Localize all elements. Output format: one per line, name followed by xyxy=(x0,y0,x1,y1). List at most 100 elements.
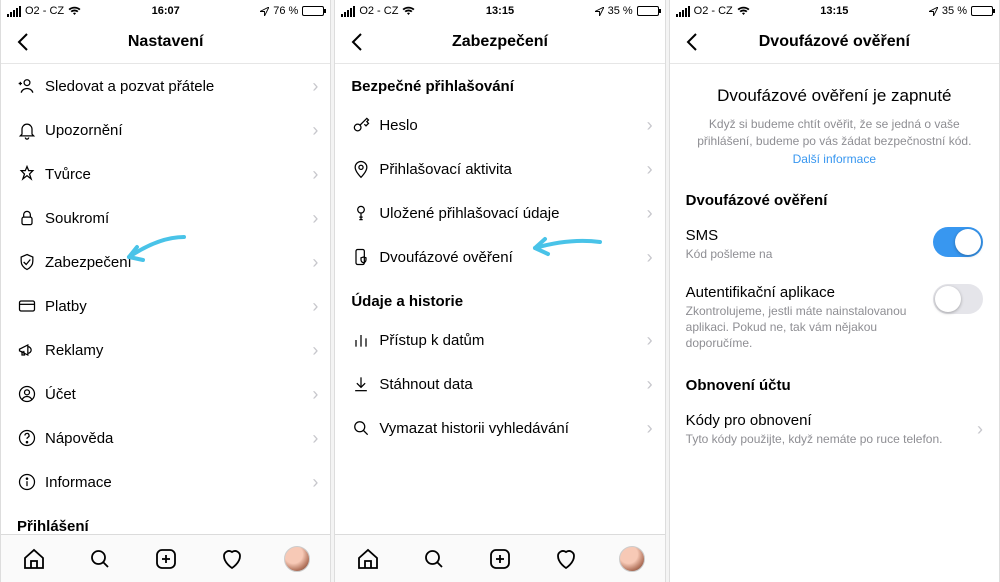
key-icon xyxy=(351,115,379,135)
chevron-right-icon: › xyxy=(312,384,318,405)
star-badge-icon xyxy=(17,164,45,184)
item-label: Platby xyxy=(45,298,312,315)
bars-icon xyxy=(351,330,379,350)
chevron-right-icon: › xyxy=(312,340,318,361)
user-circle-icon xyxy=(17,384,45,404)
item-label: Účet xyxy=(45,386,312,403)
item-label: Tvůrce xyxy=(45,166,312,183)
tab-search[interactable] xyxy=(418,543,450,575)
status-bar: O2 - CZ 13:15 35 % xyxy=(670,0,999,20)
tab-new-post[interactable] xyxy=(150,543,182,575)
chevron-right-icon: › xyxy=(312,120,318,141)
settings-item-about[interactable]: Informace › xyxy=(1,460,330,504)
tab-activity[interactable] xyxy=(216,543,248,575)
item-label: Vymazat historii vyhledávání xyxy=(379,420,646,437)
tab-activity[interactable] xyxy=(550,543,582,575)
security-item-login-activity[interactable]: Přihlašovací aktivita › xyxy=(335,147,664,191)
megaphone-icon xyxy=(17,340,45,360)
recovery-codes-row[interactable]: Kódy pro obnovení Tyto kódy použijte, kd… xyxy=(670,402,999,459)
help-icon xyxy=(17,428,45,448)
security-item-two-factor[interactable]: Dvoufázové ověření › xyxy=(335,235,664,279)
clock: 13:15 xyxy=(335,5,664,17)
app-toggle[interactable] xyxy=(933,284,983,314)
section-secure-login-header: Bezpečné přihlašování xyxy=(335,64,664,103)
settings-item-notifications[interactable]: Upozornění › xyxy=(1,108,330,152)
settings-item-privacy[interactable]: Soukromí › xyxy=(1,196,330,240)
search-icon xyxy=(351,418,379,438)
settings-item-account[interactable]: Účet › xyxy=(1,372,330,416)
settings-item-security[interactable]: Zabezpečení › xyxy=(1,240,330,284)
recovery-subtitle: Tyto kódy použijte, když nemáte po ruce … xyxy=(686,431,965,447)
tab-bar xyxy=(1,534,330,582)
security-item-download-data[interactable]: Stáhnout data › xyxy=(335,362,664,406)
key-lock-icon xyxy=(351,203,379,223)
settings-item-creator[interactable]: Tvůrce › xyxy=(1,152,330,196)
section-recovery-header: Obnovení účtu xyxy=(670,363,999,402)
chevron-right-icon: › xyxy=(647,418,653,439)
page-title: Nastavení xyxy=(1,33,330,51)
chevron-right-icon: › xyxy=(312,252,318,273)
two-factor-content[interactable]: Dvoufázové ověření je zapnuté Když si bu… xyxy=(670,64,999,582)
section-two-factor-header: Dvoufázové ověření xyxy=(670,178,999,217)
screen-security: O2 - CZ 13:15 35 % Zabezpečení Bezpečné … xyxy=(334,0,665,582)
item-label: Heslo xyxy=(379,117,646,134)
more-info-link[interactable]: Další informace xyxy=(793,152,876,166)
tab-search[interactable] xyxy=(84,543,116,575)
battery-icon xyxy=(302,6,324,16)
item-label: Upozornění xyxy=(45,122,312,139)
chevron-right-icon: › xyxy=(647,115,653,136)
chevron-right-icon: › xyxy=(647,330,653,351)
app-title: Autentifikační aplikace xyxy=(686,284,921,301)
tab-profile[interactable] xyxy=(281,543,313,575)
security-item-data-access[interactable]: Přístup k datům › xyxy=(335,318,664,362)
item-label: Uložené přihlašovací údaje xyxy=(379,205,646,222)
nav-header: Dvoufázové ověření xyxy=(670,20,999,64)
item-label: Přístup k datům xyxy=(379,332,646,349)
settings-item-payments[interactable]: Platby › xyxy=(1,284,330,328)
item-label: Dvoufázové ověření xyxy=(379,249,646,266)
chevron-right-icon: › xyxy=(312,164,318,185)
page-title: Zabezpečení xyxy=(335,33,664,51)
battery-icon xyxy=(637,6,659,16)
avatar xyxy=(619,546,645,572)
tab-home[interactable] xyxy=(18,543,50,575)
clock: 13:15 xyxy=(670,5,999,17)
settings-item-follow-invite[interactable]: Sledovat a pozvat přátele › xyxy=(1,64,330,108)
security-item-saved-login[interactable]: Uložené přihlašovací údaje › xyxy=(335,191,664,235)
tab-home[interactable] xyxy=(352,543,384,575)
two-factor-sms-row: SMS Kód pošleme na xyxy=(670,217,999,274)
two-factor-app-row: Autentifikační aplikace Zkontrolujeme, j… xyxy=(670,274,999,364)
item-label: Soukromí xyxy=(45,210,312,227)
section-login-header: Přihlášení xyxy=(1,504,330,534)
settings-list[interactable]: Sledovat a pozvat přátele › Upozornění ›… xyxy=(1,64,330,534)
item-label: Stáhnout data xyxy=(379,376,646,393)
sms-subtitle: Kód pošleme na xyxy=(686,246,921,262)
sms-toggle[interactable] xyxy=(933,227,983,257)
item-label: Reklamy xyxy=(45,342,312,359)
chevron-right-icon: › xyxy=(647,374,653,395)
chevron-right-icon: › xyxy=(647,159,653,180)
security-item-password[interactable]: Heslo › xyxy=(335,103,664,147)
item-label: Nápověda xyxy=(45,430,312,447)
settings-item-help[interactable]: Nápověda › xyxy=(1,416,330,460)
nav-header: Nastavení xyxy=(1,20,330,64)
pin-icon xyxy=(351,159,379,179)
tab-new-post[interactable] xyxy=(484,543,516,575)
item-label: Informace xyxy=(45,474,312,491)
hero: Dvoufázové ověření je zapnuté Když si bu… xyxy=(670,64,999,178)
item-label: Přihlašovací aktivita xyxy=(379,161,646,178)
security-list[interactable]: Bezpečné přihlašování Heslo › Přihlašova… xyxy=(335,64,664,534)
security-item-clear-search[interactable]: Vymazat historii vyhledávání › xyxy=(335,406,664,450)
sms-title: SMS xyxy=(686,227,921,244)
chevron-right-icon: › xyxy=(312,428,318,449)
avatar xyxy=(284,546,310,572)
settings-item-ads[interactable]: Reklamy › xyxy=(1,328,330,372)
chevron-right-icon: › xyxy=(647,247,653,268)
info-icon xyxy=(17,472,45,492)
card-icon xyxy=(17,296,45,316)
chevron-right-icon: › xyxy=(312,472,318,493)
tab-profile[interactable] xyxy=(616,543,648,575)
bell-icon xyxy=(17,120,45,140)
screen-settings: O2 - CZ 16:07 76 % Nastavení Sledovat a … xyxy=(0,0,331,582)
hero-title: Dvoufázové ověření je zapnuté xyxy=(696,86,973,106)
